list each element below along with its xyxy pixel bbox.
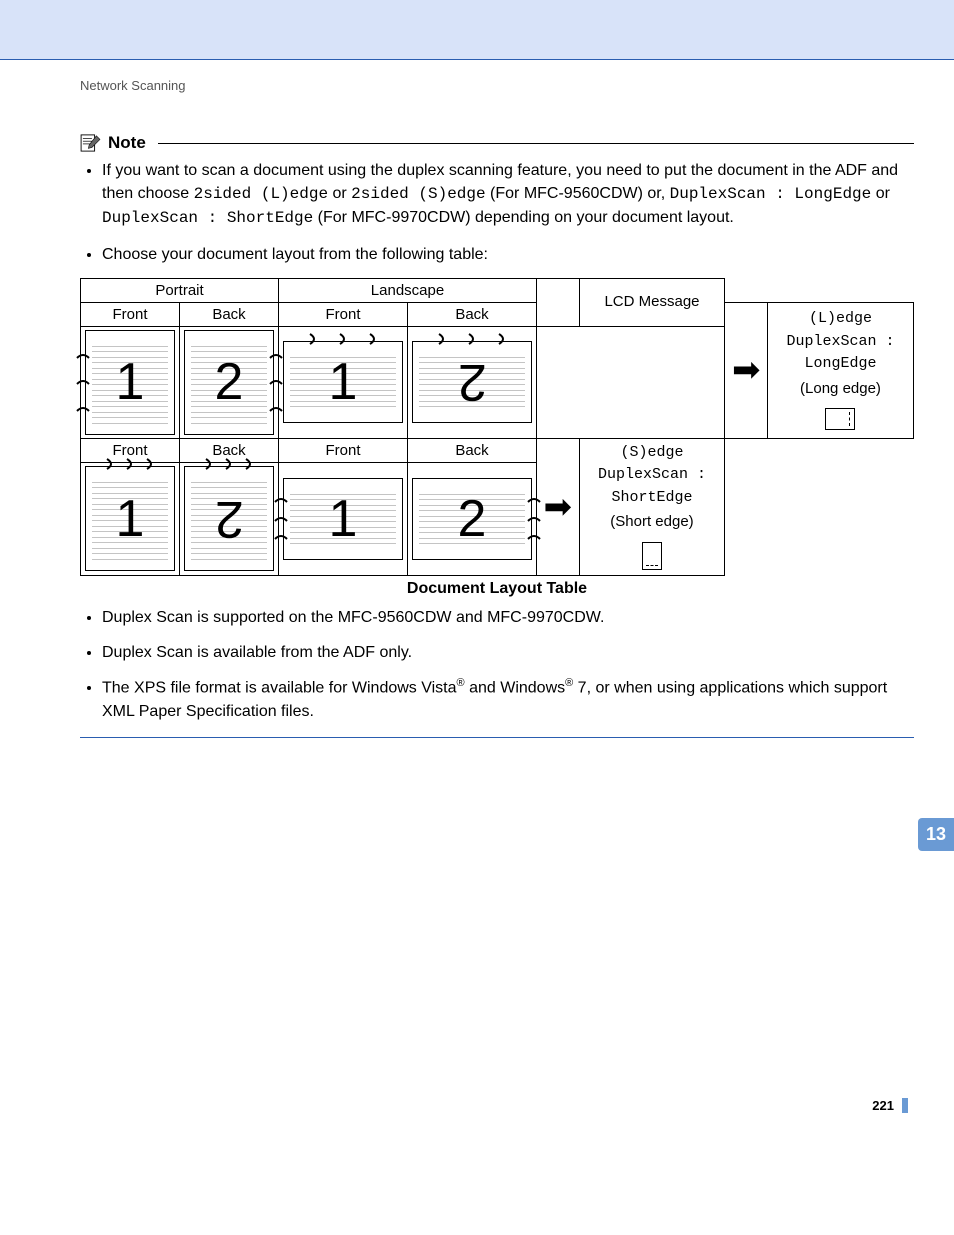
page-content: Network Scanning Note If you want to sca… — [0, 78, 954, 1153]
note-item-adf-only: Duplex Scan is available from the ADF on… — [102, 641, 914, 664]
note-icon — [80, 134, 102, 152]
r1-land-front-img: 1 — [279, 326, 408, 438]
r1-land-back-label: Back — [408, 302, 537, 326]
header-portrait: Portrait — [81, 278, 279, 302]
r2-land-back-label: Back — [408, 438, 537, 462]
section-heading: Network Scanning — [80, 78, 914, 93]
r2-land-back-img: 2 — [408, 462, 537, 575]
note-label: Note — [108, 133, 146, 153]
binding-tick-icon — [76, 352, 90, 360]
r1-land-back-img: 2 — [408, 326, 537, 438]
document-layout-table: Portrait Landscape LCD Message Front Bac… — [80, 278, 914, 576]
note-item-duplex-choose: If you want to scan a document using the… — [102, 159, 914, 231]
r2-portrait-front-img: 1 — [81, 462, 180, 575]
note-list-after: Duplex Scan is supported on the MFC-9560… — [80, 606, 914, 723]
r1-portrait-front-img: 1 — [81, 326, 180, 438]
note-item-choose-layout: Choose your document layout from the fol… — [102, 243, 914, 266]
r1-portrait-front-label: Front — [81, 302, 180, 326]
arrow-right-icon: ➡ — [732, 351, 761, 389]
header-landscape: Landscape — [279, 278, 537, 302]
long-edge-icon — [825, 408, 855, 430]
r2-land-front-label: Front — [279, 438, 408, 462]
r1-lcd: (L)edge DuplexScan : LongEdge (Long edge… — [767, 302, 913, 438]
arrow-right-icon: ➡ — [544, 488, 573, 526]
r2-arrow-cell: ➡ — [537, 438, 580, 575]
note-item-supported: Duplex Scan is supported on the MFC-9560… — [102, 606, 914, 629]
note-item-xps: The XPS file format is available for Win… — [102, 676, 914, 723]
page-number: 221 — [80, 1098, 914, 1113]
note-header: Note — [80, 133, 914, 153]
chapter-tab: 13 — [918, 818, 954, 851]
r1-portrait-back-img: 2 — [180, 326, 279, 438]
r2-portrait-back-img: 2 — [180, 462, 279, 575]
r1-land-front-label: Front — [279, 302, 408, 326]
header-arrow-blank — [537, 278, 580, 326]
note-list: If you want to scan a document using the… — [80, 159, 914, 266]
table-caption: Document Layout Table — [80, 580, 914, 598]
r2-land-front-img: 1 — [279, 462, 408, 575]
header-band — [0, 0, 954, 60]
note-close-rule — [80, 737, 914, 738]
r1-arrow-cell: ➡ — [725, 302, 768, 438]
header-lcd: LCD Message — [579, 278, 725, 326]
note-rule — [158, 143, 914, 144]
r2-lcd: (S)edge DuplexScan : ShortEdge (Short ed… — [579, 438, 725, 575]
short-edge-icon — [642, 542, 662, 570]
r1-portrait-back-label: Back — [180, 302, 279, 326]
